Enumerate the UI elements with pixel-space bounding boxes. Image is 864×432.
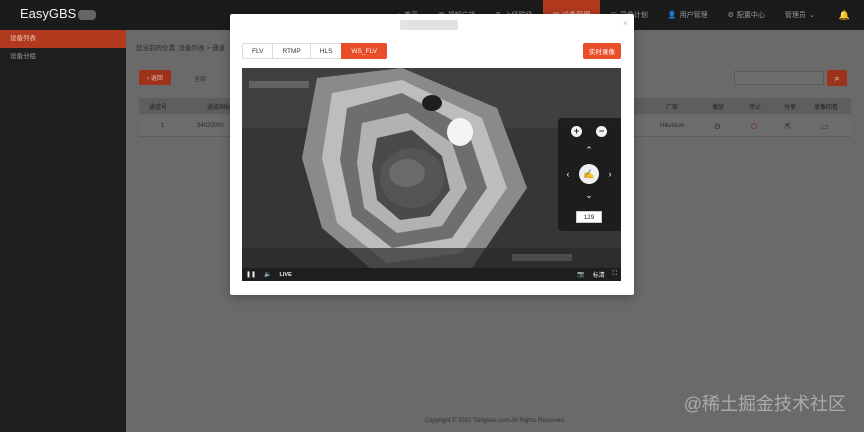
sidebar-item-device-group[interactable]: 设备分组: [0, 48, 126, 66]
nav-config-center[interactable]: ⚙ 配置中心: [718, 0, 775, 30]
user-icon: 👤: [667, 12, 677, 19]
tab-ws-flv[interactable]: WS_FLV: [341, 43, 387, 59]
bell-icon[interactable]: 🔔: [825, 10, 864, 21]
chevron-down-icon: ⌄: [808, 12, 815, 19]
th-playback: 录像回看: [814, 105, 839, 111]
player-controls-right: 📷 标清 ⛶: [573, 270, 621, 279]
ptz-control-panel: + − ⌃ ‹ › ⌄ ✍ 129: [558, 118, 621, 231]
nav-admin-menu[interactable]: 管理员 ⌄: [775, 0, 825, 30]
pause-icon[interactable]: ❚❚: [242, 271, 260, 278]
th-play: 播放: [712, 105, 725, 111]
player-controls: ❚❚ 🔈 LIVE 📷 标清 ⛶: [242, 268, 621, 281]
ptz-down-icon[interactable]: ⌄: [584, 191, 594, 200]
ptz-left-icon[interactable]: ‹: [563, 170, 573, 179]
live-label: LIVE: [279, 271, 292, 278]
osd-text-bottom: [512, 254, 572, 261]
volume-icon[interactable]: 🔈: [260, 271, 275, 278]
sidebar-item-device-list[interactable]: 设备列表: [0, 30, 126, 48]
watermark: @稀土掘金技术社区: [683, 394, 846, 414]
quality-selector[interactable]: 标清: [589, 270, 609, 279]
ptz-up-icon[interactable]: ⌃: [584, 146, 594, 155]
cell-index: 1: [161, 123, 165, 129]
th-channel-gb: 通道国标: [207, 105, 232, 111]
search-input[interactable]: [734, 71, 824, 85]
nav-user-management[interactable]: 👤 用户管理: [658, 0, 718, 30]
tab-rtmp[interactable]: RTMP: [272, 43, 311, 59]
microphone-muted-icon[interactable]: ✍: [579, 164, 599, 184]
tab-flv[interactable]: FLV: [242, 43, 274, 59]
app-logo[interactable]: EasyGBS: [20, 6, 97, 21]
footer: Copyright © 2022 Tsingsee.com All Rights…: [424, 418, 566, 424]
stop-icon[interactable]: ⏻: [751, 122, 757, 132]
close-icon[interactable]: ×: [623, 18, 628, 28]
realtime-record-button[interactable]: 实时录像: [583, 43, 621, 59]
playback-icon[interactable]: ▭: [821, 122, 829, 131]
zoom-in-icon[interactable]: +: [571, 126, 582, 137]
stream-tabs: FLV RTMP HLS WS_FLV: [242, 43, 387, 59]
logo-mark: [78, 9, 97, 20]
ptz-right-icon[interactable]: ›: [605, 170, 615, 179]
screenshot-icon[interactable]: 📷: [573, 271, 588, 278]
search-button[interactable]: ⌕: [827, 70, 847, 86]
ptz-speed-input[interactable]: 129: [576, 211, 602, 223]
back-button[interactable]: ‹ 返回: [139, 70, 171, 85]
cell-vendor: Hikvision: [660, 123, 685, 129]
filter-label: 全部: [194, 77, 207, 83]
osd-text-top: [249, 81, 309, 88]
th-channel-no: 通道号: [149, 105, 168, 111]
gear-icon: ⚙: [727, 12, 734, 19]
play-icon[interactable]: ⊙: [714, 122, 721, 131]
fullscreen-icon[interactable]: ⛶: [609, 271, 621, 278]
breadcrumb: 您当前的位置: 设备列表 > 通道: [136, 45, 226, 52]
zoom-out-icon[interactable]: −: [596, 126, 607, 137]
cell-channel-id: 34020000: [197, 123, 224, 129]
th-share: 分享: [784, 105, 797, 111]
th-stop: 停止: [749, 105, 762, 111]
modal-title: [400, 20, 458, 30]
video-modal: × FLV RTMP HLS WS_FLV 实时录像 + − ⌃ ‹ › ⌄ ✍…: [230, 14, 634, 295]
th-vendor: 厂家: [666, 105, 679, 111]
video-player[interactable]: + − ⌃ ‹ › ⌄ ✍ 129 ❚❚ 🔈 LIVE 📷 标清 ⛶: [242, 68, 621, 281]
sidebar: 设备列表 设备分组: [0, 30, 126, 432]
search-icon: ⌕: [834, 72, 840, 83]
share-icon[interactable]: ⇱: [785, 122, 792, 131]
tab-hls[interactable]: HLS: [309, 43, 343, 59]
app-name: EasyGBS: [20, 6, 77, 21]
